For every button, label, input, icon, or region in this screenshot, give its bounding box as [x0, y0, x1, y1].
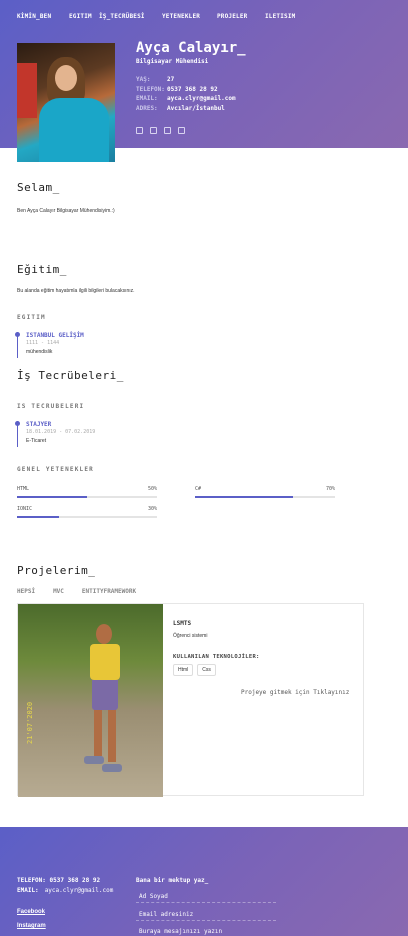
project-tags: Html Css: [173, 664, 216, 676]
experience-item-title: STAJYER: [26, 421, 52, 428]
instagram-icon[interactable]: [150, 127, 157, 134]
skill-track: [195, 496, 335, 498]
project-card: 21'07'2020 LSMTS Öğrenci sistemi KULLANI…: [17, 603, 364, 797]
skill-name: HTML: [17, 486, 30, 492]
skill-name: IONIC: [17, 506, 33, 512]
education-timeline-item: ISTANBUL GELİŞİM 1111 - 1144 mühendislik: [15, 332, 84, 358]
education-text: Bu alanda eğitim hayatımla ilgili bilgil…: [17, 288, 135, 294]
facebook-icon[interactable]: [136, 127, 143, 134]
tag-css: Css: [197, 664, 216, 676]
footer-email: EMAIL: ayca.clyr@gmail.com: [17, 887, 114, 894]
education-item-date: 1111 - 1144: [26, 340, 60, 346]
skill-fill: [17, 516, 59, 518]
experience-item-desc: E-Ticaret: [26, 438, 47, 444]
filter-all[interactable]: HEPSİ: [17, 588, 35, 595]
profile-name: Ayça Calayır_: [136, 40, 246, 56]
skill-percent: 50%: [147, 486, 157, 492]
about-title: Selam_: [17, 181, 60, 194]
info-row-phone: TELEFON: 0537 368 28 92: [136, 85, 218, 93]
education-item-title: ISTANBUL GELİŞİM: [26, 332, 84, 339]
experience-title: İş Tecrübeleri_: [17, 369, 124, 382]
about-text: Ben Ayça Calayır Bilgisayar Mühendisiyim…: [17, 208, 115, 214]
filter-mvc[interactable]: MVC: [53, 588, 64, 595]
project-photo: 21'07'2020: [18, 604, 163, 797]
profile-role: Bilgisayar Mühendisi: [136, 58, 209, 65]
project-desc: Öğrenci sistemi: [173, 633, 208, 639]
timeline-dot: [15, 421, 20, 426]
footer-instagram-link[interactable]: Instagram: [17, 923, 46, 929]
nav-item-education[interactable]: EGITIM: [69, 13, 99, 20]
education-title: Eğitim_: [17, 263, 67, 276]
projects-title: Projelerim_: [17, 564, 96, 577]
photo-date-stamp: 21'07'2020: [26, 701, 34, 744]
nav-item-about[interactable]: KİMİN_BEN: [17, 13, 69, 20]
nav-item-skills[interactable]: YETENEKLER: [162, 13, 217, 20]
tag-html: Html: [173, 664, 194, 676]
experience-timeline-item: STAJYER 18.01.2019 - 07.02.2019 E-Ticare…: [15, 421, 96, 447]
info-row-address: ADRES: Avcılar/İstanbul: [136, 104, 225, 112]
project-filters: HEPSİ MVC ENTITYFRAMEWORK: [17, 588, 154, 595]
experience-subtitle: IS TECRUBELERI: [17, 403, 85, 410]
footer-phone: TELEFON: 0537 368 28 92: [17, 877, 101, 884]
skill-track: [17, 516, 157, 518]
message-field[interactable]: [136, 926, 276, 936]
nav-item-contact[interactable]: ILETISIM: [265, 13, 305, 20]
skill-fill: [17, 496, 87, 498]
skill-track: [17, 496, 157, 498]
github-icon[interactable]: [178, 127, 185, 134]
info-row-email: EMAIL: ayca.clyr@gmail.com: [136, 95, 236, 102]
profile-info: YAŞ: 27 TELEFON: 0537 368 28 92 EMAIL: ayca…: [136, 76, 236, 114]
skills-subtitle: GENEL YETENEKLER: [17, 466, 94, 473]
info-row-age: YAŞ: 27: [136, 76, 175, 83]
linkedin-icon[interactable]: [164, 127, 171, 134]
project-name: LSMTS: [173, 620, 192, 627]
social-links: [136, 127, 185, 134]
experience-item-date: 18.01.2019 - 07.02.2019: [26, 429, 96, 435]
skill-csharp: C# 70%: [195, 486, 335, 498]
name-field[interactable]: [136, 891, 276, 903]
contact-form-title: Bana bir mektup yaz_: [136, 877, 209, 884]
project-link[interactable]: Projeye gitmek için Tıklayınız: [241, 689, 349, 696]
timeline-dot: [15, 332, 20, 337]
skill-ionic: IONIC 30%: [17, 506, 157, 518]
footer: TELEFON: 0537 368 28 92 EMAIL: ayca.clyr@…: [0, 827, 408, 936]
education-subtitle: EGITIM: [17, 314, 46, 321]
project-tech-label: KULLANILAN TEKNOLOJİLER:: [173, 654, 260, 660]
skill-percent: 30%: [147, 506, 157, 512]
skill-percent: 70%: [325, 486, 335, 492]
nav-item-projects[interactable]: PROJELER: [217, 13, 265, 20]
email-field[interactable]: [136, 909, 276, 921]
skill-name: C#: [195, 486, 202, 492]
filter-entityframework[interactable]: ENTITYFRAMEWORK: [82, 588, 136, 595]
profile-photo: [17, 43, 115, 162]
education-item-desc: mühendislik: [26, 349, 53, 355]
skill-html: HTML 50%: [17, 486, 157, 498]
skill-fill: [195, 496, 293, 498]
top-nav: KİMİN_BEN EGITIM İŞ_TECRÜBESİ YETENEKLER…: [17, 13, 305, 20]
footer-facebook-link[interactable]: Facebook: [17, 909, 45, 915]
nav-item-experience[interactable]: İŞ_TECRÜBESİ: [99, 13, 162, 20]
